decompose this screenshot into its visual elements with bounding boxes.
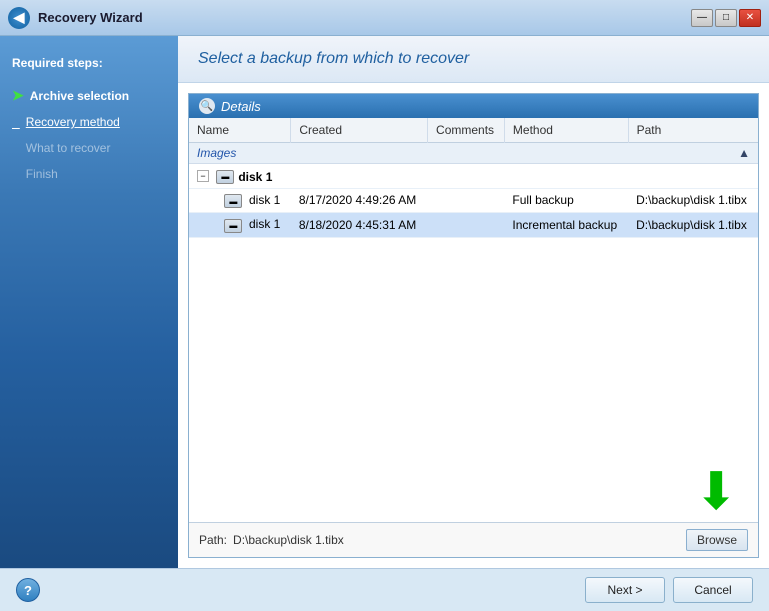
path-label: Path: [199,533,227,547]
details-header-icon: 🔍 [199,98,215,114]
title-bar-controls: — □ ✕ [691,9,761,27]
content-area: Select a backup from which to recover 🔍 … [178,36,769,568]
browse-button[interactable]: Browse [686,529,748,551]
help-button[interactable]: ? [16,578,40,602]
green-arrow-icon: ⬇ [694,466,738,518]
cancel-button[interactable]: Cancel [673,577,753,603]
next-button[interactable]: Next > [585,577,665,603]
table-row[interactable]: ▬ disk 1 8/18/2020 4:45:31 AM Incrementa… [189,213,758,238]
minimize-button[interactable]: — [691,9,713,27]
cell-created: 8/17/2020 4:49:26 AM [291,188,428,213]
title-bar: ◀ Recovery Wizard — □ ✕ [0,0,769,36]
col-name: Name [189,118,291,143]
sidebar-item-label-archive: Archive selection [30,89,129,103]
cell-comments [428,213,505,238]
main-container: Required steps: ➤ Archive selection Reco… [0,36,769,568]
sidebar-item-label-finish: Finish [26,167,58,181]
col-method: Method [504,118,628,143]
what-to-recover-icon [12,140,20,156]
disk-icon: ▬ disk 1 [216,170,272,184]
sidebar-item-what-to-recover: What to recover [0,135,178,161]
disk-parent-name: disk 1 [238,170,272,184]
footer-right: Next > Cancel [585,577,753,603]
col-comments: Comments [428,118,505,143]
sidebar-item-recovery-method[interactable]: Recovery method [0,109,178,135]
hdd-icon-small: ▬ [224,194,242,208]
collapse-button[interactable]: − [197,170,209,182]
footer-left: ? [16,578,40,602]
sidebar-item-label-recovery: Recovery method [26,115,120,129]
sidebar-item-label-what: What to recover [26,141,111,155]
details-panel: 🔍 Details Name Created Comments Method P… [188,93,759,558]
page-title: Select a backup from which to recover [198,50,749,68]
cell-created: 8/18/2020 4:45:31 AM [291,213,428,238]
file-table: Name Created Comments Method Path [189,118,758,238]
group-label-images: Images [197,146,236,160]
cell-method: Incremental backup [504,213,628,238]
details-header: 🔍 Details [189,94,758,118]
active-step-icon: ➤ [12,87,24,104]
finish-icon [12,166,20,182]
sidebar-section-title: Required steps: [0,52,178,82]
close-button[interactable]: ✕ [739,9,761,27]
cell-path: D:\backup\disk 1.tibx [628,213,758,238]
app-icon: ◀ [8,7,30,29]
maximize-button[interactable]: □ [715,9,737,27]
title-bar-text: Recovery Wizard [38,10,691,25]
footer: ? Next > Cancel [0,568,769,611]
table-container[interactable]: Name Created Comments Method Path [189,118,758,462]
table-row[interactable]: ▬ disk 1 8/17/2020 4:49:26 AM Full backu… [189,188,758,213]
col-path: Path [628,118,758,143]
content-header: Select a backup from which to recover [178,36,769,83]
hdd-icon-small: ▬ [224,219,242,233]
group-row-images[interactable]: Images ▲ [189,143,758,164]
recovery-method-icon [12,114,20,130]
cell-path: D:\backup\disk 1.tibx [628,188,758,213]
path-bar: Path: D:\backup\disk 1.tibx Browse [189,522,758,557]
sidebar-item-archive-selection[interactable]: ➤ Archive selection [0,82,178,109]
table-header-row: Name Created Comments Method Path [189,118,758,143]
details-title: Details [221,99,261,114]
sidebar-item-finish: Finish [0,161,178,187]
col-created: Created [291,118,428,143]
collapse-icon[interactable]: ▲ [738,146,750,160]
tree-parent-disk1[interactable]: − ▬ disk 1 [189,164,758,189]
hdd-icon: ▬ [216,170,234,184]
path-value: D:\backup\disk 1.tibx [233,533,680,547]
arrow-area: ⬇ [189,462,758,522]
cell-name: ▬ disk 1 [189,213,291,238]
cell-name: ▬ disk 1 [189,188,291,213]
sidebar: Required steps: ➤ Archive selection Reco… [0,36,178,568]
cell-method: Full backup [504,188,628,213]
cell-comments [428,188,505,213]
